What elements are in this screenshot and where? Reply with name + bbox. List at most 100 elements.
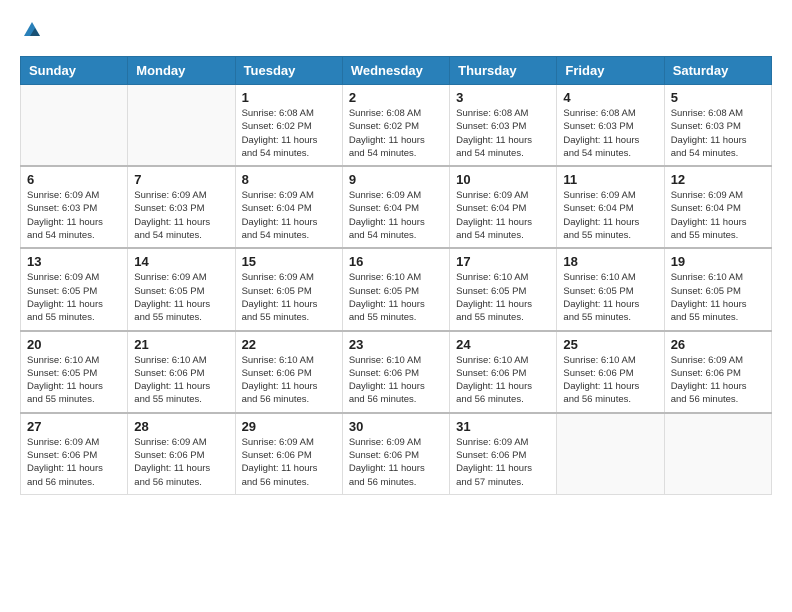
calendar-cell: 12Sunrise: 6:09 AM Sunset: 6:04 PM Dayli… [664, 166, 771, 248]
calendar-cell: 9 Sunrise: 6:09 AM Sunset: 6:04 PM Daylig… [342, 166, 449, 248]
calendar-cell: 30 Sunrise: 6:09 AM Sunset: 6:06 PM Dayli… [342, 413, 449, 495]
calendar-cell [557, 413, 664, 495]
calendar-cell: 25 Sunrise: 6:10 AM Sunset: 6:06 PM Dayli… [557, 331, 664, 413]
calendar-cell [128, 85, 235, 167]
day-info: Sunrise: 6:09 AM Sunset: 6:04 PM Dayligh… [456, 189, 550, 242]
day-info: Sunrise: 6:08 AM Sunset: 6:02 PM Dayligh… [349, 107, 443, 160]
calendar-header-friday: Friday [557, 57, 664, 85]
calendar-table: SundayMondayTuesdayWednesdayThursdayFrid… [20, 56, 772, 495]
day-number: 13 [27, 254, 121, 269]
calendar-cell: 28 Sunrise: 6:09 AM Sunset: 6:06 PM Dayli… [128, 413, 235, 495]
day-number: 1 [242, 90, 336, 105]
calendar-header-tuesday: Tuesday [235, 57, 342, 85]
calendar-cell: 2Sunrise: 6:08 AM Sunset: 6:02 PM Daylig… [342, 85, 449, 167]
day-info: Sunrise: 6:10 AM Sunset: 6:06 PM Dayligh… [456, 354, 550, 407]
day-info: Sunrise: 6:09 AM Sunset: 6:06 PM Dayligh… [456, 436, 550, 489]
day-info: Sunrise: 6:09 AM Sunset: 6:05 PM Dayligh… [242, 271, 336, 324]
day-info: Sunrise: 6:10 AM Sunset: 6:06 PM Dayligh… [349, 354, 443, 407]
calendar-header-monday: Monday [128, 57, 235, 85]
day-number: 3 [456, 90, 550, 105]
calendar-cell: 16 Sunrise: 6:10 AM Sunset: 6:05 PM Dayli… [342, 248, 449, 330]
day-info: Sunrise: 6:10 AM Sunset: 6:05 PM Dayligh… [27, 354, 121, 407]
calendar-cell: 13 Sunrise: 6:09 AM Sunset: 6:05 PM Dayli… [21, 248, 128, 330]
day-number: 18 [563, 254, 657, 269]
day-info: Sunrise: 6:08 AM Sunset: 6:03 PM Dayligh… [671, 107, 765, 160]
day-info: Sunrise: 6:09 AM Sunset: 6:03 PM Dayligh… [134, 189, 228, 242]
calendar-cell: 4Sunrise: 6:08 AM Sunset: 6:03 PM Daylig… [557, 85, 664, 167]
calendar-cell: 6 Sunrise: 6:09 AM Sunset: 6:03 PM Daylig… [21, 166, 128, 248]
calendar-cell: 20 Sunrise: 6:10 AM Sunset: 6:05 PM Dayli… [21, 331, 128, 413]
day-number: 16 [349, 254, 443, 269]
day-number: 30 [349, 419, 443, 434]
calendar-cell: 1 Sunrise: 6:08 AM Sunset: 6:02 PM Daylig… [235, 85, 342, 167]
day-number: 28 [134, 419, 228, 434]
calendar-header-sunday: Sunday [21, 57, 128, 85]
day-info: Sunrise: 6:10 AM Sunset: 6:06 PM Dayligh… [563, 354, 657, 407]
calendar-cell: 22 Sunrise: 6:10 AM Sunset: 6:06 PM Dayli… [235, 331, 342, 413]
day-info: Sunrise: 6:09 AM Sunset: 6:05 PM Dayligh… [134, 271, 228, 324]
page-header [20, 20, 772, 40]
day-number: 5 [671, 90, 765, 105]
day-number: 25 [563, 337, 657, 352]
calendar-week-2: 6 Sunrise: 6:09 AM Sunset: 6:03 PM Daylig… [21, 166, 772, 248]
calendar-cell: 23 Sunrise: 6:10 AM Sunset: 6:06 PM Dayli… [342, 331, 449, 413]
day-info: Sunrise: 6:09 AM Sunset: 6:05 PM Dayligh… [27, 271, 121, 324]
calendar-cell: 11Sunrise: 6:09 AM Sunset: 6:04 PM Dayli… [557, 166, 664, 248]
calendar-cell: 29 Sunrise: 6:09 AM Sunset: 6:06 PM Dayli… [235, 413, 342, 495]
day-info: Sunrise: 6:08 AM Sunset: 6:03 PM Dayligh… [563, 107, 657, 160]
day-info: Sunrise: 6:09 AM Sunset: 6:06 PM Dayligh… [27, 436, 121, 489]
day-number: 26 [671, 337, 765, 352]
day-number: 14 [134, 254, 228, 269]
calendar-cell: 26Sunrise: 6:09 AM Sunset: 6:06 PM Dayli… [664, 331, 771, 413]
calendar-cell: 14 Sunrise: 6:09 AM Sunset: 6:05 PM Dayli… [128, 248, 235, 330]
day-number: 29 [242, 419, 336, 434]
calendar-week-1: 1 Sunrise: 6:08 AM Sunset: 6:02 PM Daylig… [21, 85, 772, 167]
calendar-cell: 3 Sunrise: 6:08 AM Sunset: 6:03 PM Daylig… [450, 85, 557, 167]
day-number: 23 [349, 337, 443, 352]
day-number: 27 [27, 419, 121, 434]
day-info: Sunrise: 6:09 AM Sunset: 6:06 PM Dayligh… [134, 436, 228, 489]
calendar-week-4: 20 Sunrise: 6:10 AM Sunset: 6:05 PM Dayli… [21, 331, 772, 413]
calendar-header-thursday: Thursday [450, 57, 557, 85]
day-info: Sunrise: 6:10 AM Sunset: 6:05 PM Dayligh… [349, 271, 443, 324]
day-number: 24 [456, 337, 550, 352]
day-number: 20 [27, 337, 121, 352]
day-number: 15 [242, 254, 336, 269]
calendar-week-3: 13 Sunrise: 6:09 AM Sunset: 6:05 PM Dayli… [21, 248, 772, 330]
day-info: Sunrise: 6:09 AM Sunset: 6:04 PM Dayligh… [242, 189, 336, 242]
day-info: Sunrise: 6:09 AM Sunset: 6:04 PM Dayligh… [349, 189, 443, 242]
calendar-cell: 24 Sunrise: 6:10 AM Sunset: 6:06 PM Dayli… [450, 331, 557, 413]
day-info: Sunrise: 6:10 AM Sunset: 6:05 PM Dayligh… [563, 271, 657, 324]
day-info: Sunrise: 6:09 AM Sunset: 6:06 PM Dayligh… [349, 436, 443, 489]
day-info: Sunrise: 6:09 AM Sunset: 6:04 PM Dayligh… [671, 189, 765, 242]
day-number: 10 [456, 172, 550, 187]
calendar-header-saturday: Saturday [664, 57, 771, 85]
calendar-header-wednesday: Wednesday [342, 57, 449, 85]
day-info: Sunrise: 6:10 AM Sunset: 6:05 PM Dayligh… [456, 271, 550, 324]
calendar-cell [21, 85, 128, 167]
day-info: Sunrise: 6:09 AM Sunset: 6:03 PM Dayligh… [27, 189, 121, 242]
day-number: 6 [27, 172, 121, 187]
day-number: 22 [242, 337, 336, 352]
calendar-header-row: SundayMondayTuesdayWednesdayThursdayFrid… [21, 57, 772, 85]
day-info: Sunrise: 6:09 AM Sunset: 6:04 PM Dayligh… [563, 189, 657, 242]
day-number: 8 [242, 172, 336, 187]
day-info: Sunrise: 6:08 AM Sunset: 6:03 PM Dayligh… [456, 107, 550, 160]
logo-icon [22, 20, 42, 40]
calendar-cell: 27 Sunrise: 6:09 AM Sunset: 6:06 PM Dayli… [21, 413, 128, 495]
day-number: 9 [349, 172, 443, 187]
calendar-cell: 31Sunrise: 6:09 AM Sunset: 6:06 PM Dayli… [450, 413, 557, 495]
day-number: 7 [134, 172, 228, 187]
day-info: Sunrise: 6:09 AM Sunset: 6:06 PM Dayligh… [242, 436, 336, 489]
day-number: 21 [134, 337, 228, 352]
calendar-week-5: 27 Sunrise: 6:09 AM Sunset: 6:06 PM Dayli… [21, 413, 772, 495]
day-number: 19 [671, 254, 765, 269]
day-info: Sunrise: 6:08 AM Sunset: 6:02 PM Dayligh… [242, 107, 336, 160]
day-info: Sunrise: 6:10 AM Sunset: 6:06 PM Dayligh… [242, 354, 336, 407]
calendar-cell: 21Sunrise: 6:10 AM Sunset: 6:06 PM Dayli… [128, 331, 235, 413]
calendar-cell: 17 Sunrise: 6:10 AM Sunset: 6:05 PM Dayli… [450, 248, 557, 330]
calendar-cell [664, 413, 771, 495]
calendar-cell: 15 Sunrise: 6:09 AM Sunset: 6:05 PM Dayli… [235, 248, 342, 330]
calendar-cell: 10 Sunrise: 6:09 AM Sunset: 6:04 PM Dayli… [450, 166, 557, 248]
day-number: 17 [456, 254, 550, 269]
